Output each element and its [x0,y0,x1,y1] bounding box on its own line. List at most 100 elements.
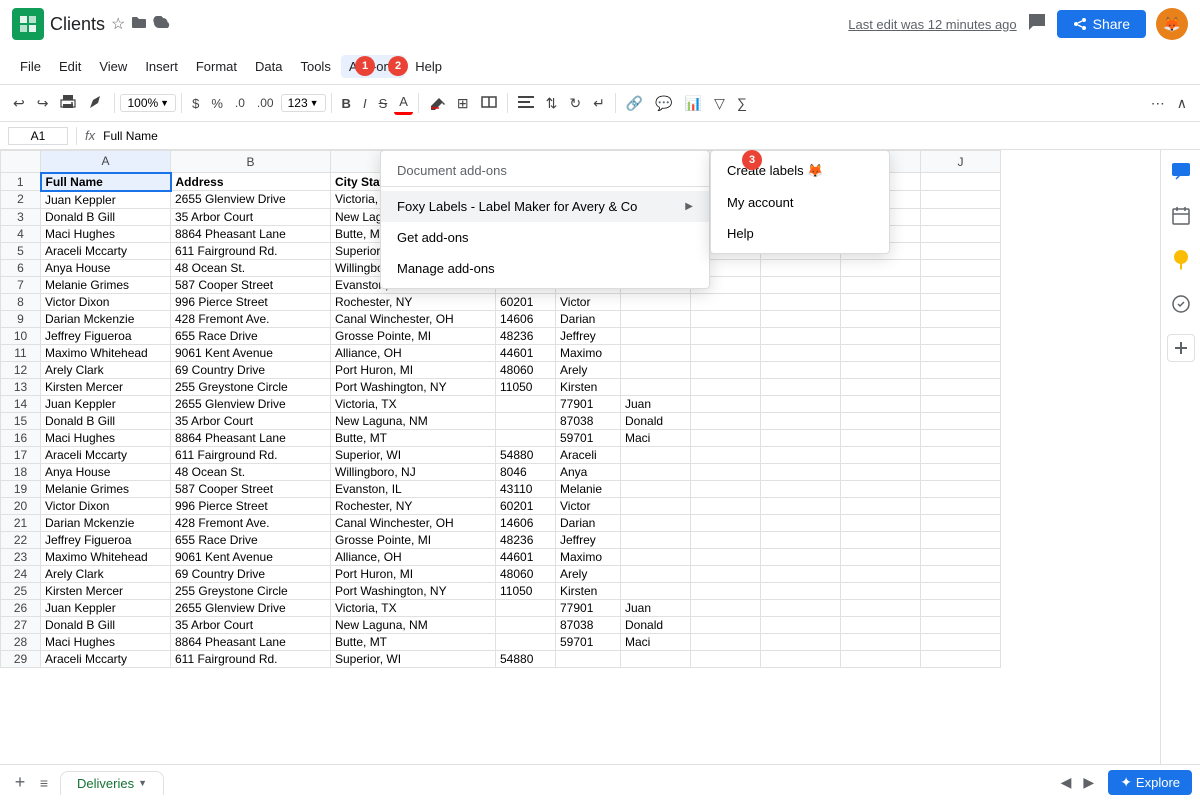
cell-I15[interactable] [841,412,921,429]
cell-E13[interactable]: Kirsten [556,378,621,395]
cell-E18[interactable]: Anya [556,463,621,480]
cell-B11[interactable]: 9061 Kent Avenue [171,344,331,361]
cell-B8[interactable]: 996 Pierce Street [171,293,331,310]
cell-F16[interactable]: Maci [621,429,691,446]
cell-I12[interactable] [841,361,921,378]
cell-F25[interactable] [621,582,691,599]
cell-J5[interactable] [921,242,1001,259]
cell-J7[interactable] [921,276,1001,293]
cell-G20[interactable] [691,497,761,514]
cell-A10[interactable]: Jeffrey Figueroa [41,327,171,344]
cell-F15[interactable]: Donald [621,412,691,429]
cell-J6[interactable] [921,259,1001,276]
cell-F29[interactable] [621,650,691,667]
col-header-a[interactable]: A [41,151,171,173]
cell-D18[interactable]: 8046 [496,463,556,480]
cell-E28[interactable]: 59701 [556,633,621,650]
cell-J28[interactable] [921,633,1001,650]
cell-D24[interactable]: 48060 [496,565,556,582]
cell-I17[interactable] [841,446,921,463]
cell-G28[interactable] [691,633,761,650]
cell-B17[interactable]: 611 Fairground Rd. [171,446,331,463]
cell-G25[interactable] [691,582,761,599]
cell-B16[interactable]: 8864 Pheasant Lane [171,429,331,446]
cell-H23[interactable] [761,548,841,565]
cell-J23[interactable] [921,548,1001,565]
cell-A5[interactable]: Araceli Mccarty [41,242,171,259]
cell-B22[interactable]: 655 Race Drive [171,531,331,548]
cell-J12[interactable] [921,361,1001,378]
cell-A24[interactable]: Arely Clark [41,565,171,582]
cell-J2[interactable] [921,191,1001,209]
cell-E17[interactable]: Araceli [556,446,621,463]
cell-B21[interactable]: 428 Fremont Ave. [171,514,331,531]
cell-B6[interactable]: 48 Ocean St. [171,259,331,276]
cell-D17[interactable]: 54880 [496,446,556,463]
cell-A16[interactable]: Maci Hughes [41,429,171,446]
cell-C19[interactable]: Evanston, IL [331,480,496,497]
cell-H10[interactable] [761,327,841,344]
cell-I29[interactable] [841,650,921,667]
cell-A27[interactable]: Donald B Gill [41,616,171,633]
cell-I6[interactable] [841,259,921,276]
cell-H26[interactable] [761,599,841,616]
cell-H18[interactable] [761,463,841,480]
borders-button[interactable]: ⊞ [452,92,474,115]
cell-A11[interactable]: Maximo Whitehead [41,344,171,361]
cell-B3[interactable]: 35 Arbor Court [171,208,331,225]
cell-G22[interactable] [691,531,761,548]
cell-ref-box[interactable]: A1 [8,127,68,145]
cell-B25[interactable]: 255 Greystone Circle [171,582,331,599]
cell-F18[interactable] [621,463,691,480]
text-wrap-button[interactable]: ↵ [588,92,610,115]
cell-H29[interactable] [761,650,841,667]
cell-E8[interactable]: Victor [556,293,621,310]
cell-H24[interactable] [761,565,841,582]
my-account-item[interactable]: My account [711,187,889,218]
cell-C11[interactable]: Alliance, OH [331,344,496,361]
cell-B2[interactable]: 2655 Glenview Drive [171,191,331,209]
cell-I21[interactable] [841,514,921,531]
cell-C22[interactable]: Grosse Pointe, MI [331,531,496,548]
star-icon[interactable]: ☆ [111,14,125,34]
font-color-button[interactable]: A [394,91,413,115]
cell-I14[interactable] [841,395,921,412]
cell-E10[interactable]: Jeffrey [556,327,621,344]
format-number-selector[interactable]: 123 ▼ [281,94,326,112]
functions-button[interactable]: ∑ [732,92,752,114]
cell-F17[interactable] [621,446,691,463]
cell-J19[interactable] [921,480,1001,497]
cell-D16[interactable] [496,429,556,446]
cell-D19[interactable]: 43110 [496,480,556,497]
cell-A14[interactable]: Juan Keppler [41,395,171,412]
cell-a1[interactable]: Full Name [41,173,171,191]
cell-I28[interactable] [841,633,921,650]
cell-D26[interactable] [496,599,556,616]
cell-E14[interactable]: 77901 [556,395,621,412]
create-labels-item[interactable]: Create labels 🦊 [711,155,889,187]
cell-E21[interactable]: Darian [556,514,621,531]
cell-I18[interactable] [841,463,921,480]
cell-H25[interactable] [761,582,841,599]
undo-button[interactable]: ↩ [8,92,30,115]
cell-H28[interactable] [761,633,841,650]
menu-view[interactable]: View [91,55,135,78]
cell-A17[interactable]: Araceli Mccarty [41,446,171,463]
cell-H17[interactable] [761,446,841,463]
cell-I13[interactable] [841,378,921,395]
cell-F20[interactable] [621,497,691,514]
sidebar-tasks-icon[interactable] [1167,290,1195,318]
paint-button[interactable] [83,91,109,116]
cell-J18[interactable] [921,463,1001,480]
cell-C23[interactable]: Alliance, OH [331,548,496,565]
cell-E19[interactable]: Melanie [556,480,621,497]
cell-B10[interactable]: 655 Race Drive [171,327,331,344]
cell-J29[interactable] [921,650,1001,667]
cell-I11[interactable] [841,344,921,361]
insert-comment-button[interactable]: 💬 [650,92,677,115]
cell-J3[interactable] [921,208,1001,225]
cell-G12[interactable] [691,361,761,378]
cell-F28[interactable]: Maci [621,633,691,650]
cell-D25[interactable]: 11050 [496,582,556,599]
fill-color-button[interactable] [424,91,450,116]
